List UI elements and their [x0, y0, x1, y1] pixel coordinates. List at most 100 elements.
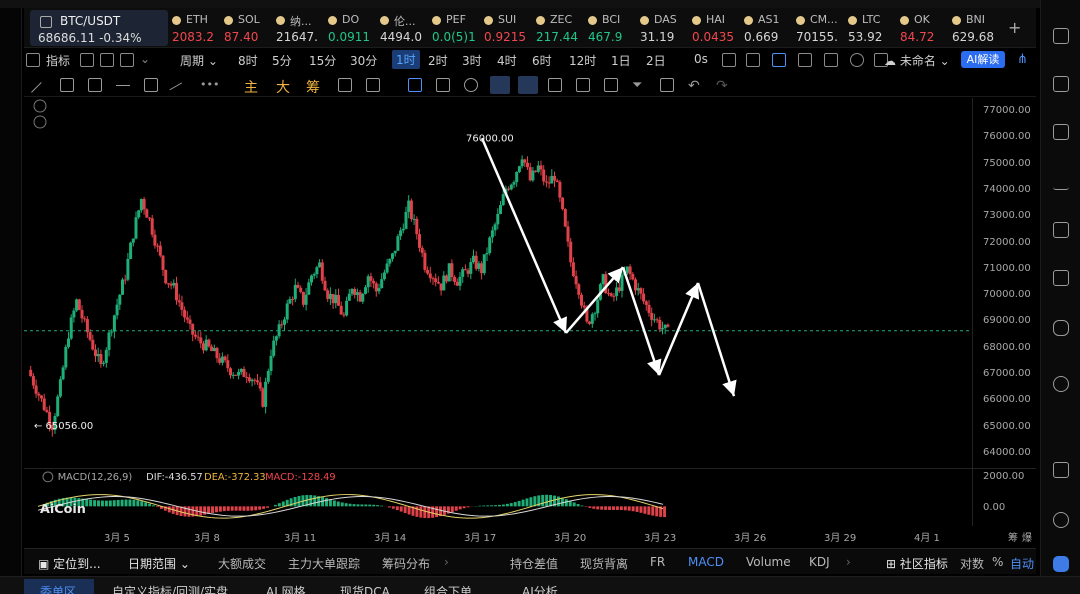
log-scale-toggle[interactable]: 对数: [960, 555, 984, 572]
price-axis[interactable]: 77000.00 76000.00 75000.00 74000.00 73000.00…: [972, 98, 1036, 468]
robot-icon[interactable]: [1053, 320, 1069, 336]
footer-tab[interactable]: 自定义指标/回测/实盘: [112, 583, 228, 594]
time-axis[interactable]: 筹 爆 3月 5 3月 8 3月 11 3月 14 3月 17 3月 20 3月 23 3月 …: [24, 526, 1036, 544]
auto-scale-toggle[interactable]: 自动: [1010, 555, 1034, 572]
price-chart[interactable]: 76000.00 ← 65056.00: [24, 98, 972, 468]
ticker-item[interactable]: DO 0.0911: [326, 8, 378, 48]
ticker-item[interactable]: BNI 629.68: [950, 8, 1002, 48]
assistant-icon[interactable]: [1053, 556, 1069, 572]
ticker-item[interactable]: CM... 70155.: [794, 8, 846, 48]
bar-mode-icon[interactable]: [518, 76, 538, 94]
chip-toggle[interactable]: 筹: [1008, 529, 1018, 544]
interval-9[interactable]: 12时: [569, 52, 596, 69]
interval-11[interactable]: 2日: [646, 52, 666, 69]
ticker-item[interactable]: 伦... 4494.0: [378, 8, 430, 48]
ticker-item[interactable]: OK 84.72: [898, 8, 950, 48]
indicator-button[interactable]: 指标: [46, 52, 70, 69]
add-ticker-button[interactable]: +: [1008, 18, 1021, 37]
footer-tab[interactable]: AI 网格: [266, 583, 306, 594]
scroll-right-icon[interactable]: ›: [846, 555, 851, 569]
indicator-tab[interactable]: 大额成交: [218, 555, 266, 572]
ticker-item[interactable]: HAI 0.0435: [690, 8, 742, 48]
big-order-button[interactable]: 大: [276, 77, 290, 97]
macd-panel[interactable]: MACD(12,26,9) DIF:-436.57 DEA:-372.33 MA…: [24, 468, 972, 526]
scroll-left-icon[interactable]: ›: [444, 555, 449, 569]
footer-tab[interactable]: 现货DCA: [340, 583, 390, 594]
interval-4[interactable]: 1时: [392, 50, 420, 69]
ticker-item[interactable]: AS1 0.669: [742, 8, 794, 48]
lock-icon[interactable]: [548, 78, 562, 92]
watchlist-icon[interactable]: [824, 53, 838, 67]
layout-icon[interactable]: [26, 53, 40, 67]
grid-icon[interactable]: [120, 53, 134, 67]
indicator-tab[interactable]: 主力大单跟踪: [288, 555, 360, 572]
liquidation-toggle[interactable]: 爆: [1022, 529, 1032, 544]
indicator-tab[interactable]: 筹码分布: [382, 555, 430, 572]
chevron-down-icon[interactable]: ⌄: [140, 52, 150, 66]
interval-0[interactable]: 8时: [238, 52, 258, 69]
ticker-item[interactable]: ZEC 217.44: [534, 8, 586, 48]
interval-1[interactable]: 5分: [272, 52, 292, 69]
table-icon[interactable]: [1053, 222, 1069, 238]
locate-button[interactable]: ▣ 定位到...: [38, 555, 101, 572]
interval-8[interactable]: 6时: [532, 52, 552, 69]
share-network-icon[interactable]: ⋔: [1017, 52, 1028, 67]
period-button[interactable]: 周期 ⌄: [180, 52, 218, 69]
settings-icon[interactable]: [850, 53, 864, 67]
chart-icon[interactable]: [1053, 174, 1069, 190]
layout-name[interactable]: ☁ 未命名 ⌄: [884, 52, 950, 69]
document-icon[interactable]: [1053, 76, 1069, 92]
ticker-item[interactable]: DAS 31.19: [638, 8, 690, 48]
date-range-button[interactable]: 日期范围 ⌄: [128, 555, 190, 572]
horizontal-line-icon[interactable]: [116, 85, 130, 99]
indicator-tab[interactable]: MACD: [688, 555, 724, 569]
indicator-tab[interactable]: 现货背离: [580, 555, 628, 572]
footer-tab[interactable]: AI分析: [522, 583, 558, 594]
indicator-tab[interactable]: FR: [650, 555, 665, 569]
percent-toggle[interactable]: %: [992, 555, 1003, 569]
interval-10[interactable]: 1日: [611, 52, 631, 69]
interval-6[interactable]: 3时: [462, 52, 482, 69]
undo-icon[interactable]: ↶: [688, 78, 702, 94]
fullscreen-icon[interactable]: [100, 53, 114, 67]
redo-icon[interactable]: ↷: [716, 78, 730, 94]
indicator-tab[interactable]: Volume: [746, 555, 791, 569]
interval-7[interactable]: 4时: [497, 52, 517, 69]
eye-icon[interactable]: [576, 78, 590, 92]
indicator-tab[interactable]: KDJ: [809, 555, 830, 569]
alarm-icon[interactable]: [746, 53, 760, 67]
dollar-icon[interactable]: [1053, 124, 1069, 140]
main-force-button[interactable]: 主: [244, 77, 258, 97]
ticker-item[interactable]: 纳... 21647.: [274, 8, 326, 48]
zoom-icon[interactable]: [464, 78, 478, 92]
ticker-item[interactable]: PEF 0.0(5)1: [430, 8, 482, 48]
share-icon[interactable]: [798, 53, 812, 67]
active-ticker[interactable]: BTC/USDT 68686.11 -0.34%: [30, 10, 168, 46]
drawing-mode-icon[interactable]: [490, 76, 510, 94]
trash-icon[interactable]: [660, 78, 674, 92]
layout-panel-icon[interactable]: [1053, 462, 1069, 478]
ticker-item[interactable]: SOL 87.40: [222, 8, 274, 48]
compare-icon[interactable]: [80, 53, 94, 67]
interval-5[interactable]: 2时: [428, 52, 448, 69]
pen-icon[interactable]: [772, 53, 786, 67]
menu-icon[interactable]: [1053, 28, 1069, 44]
footer-tab[interactable]: 组合下单: [424, 583, 472, 594]
exchange-icon[interactable]: [1053, 376, 1069, 392]
magnet-icon[interactable]: [338, 78, 352, 92]
ticker-item[interactable]: BCI 467.9: [586, 8, 638, 48]
indicator-tab[interactable]: 持仓差值: [510, 555, 558, 572]
select-tool-icon[interactable]: [408, 78, 422, 92]
rectangle-tool-icon[interactable]: [144, 78, 158, 92]
interval-2[interactable]: 15分: [309, 52, 336, 69]
filter-icon[interactable]: ⏷: [632, 78, 646, 93]
fib-tool-icon[interactable]: [88, 78, 102, 92]
community-indicator-button[interactable]: ⊞ 社区指标: [886, 555, 948, 572]
ticker-item[interactable]: SUI 0.9215: [482, 8, 534, 48]
eraser-icon[interactable]: [436, 78, 450, 92]
channel-tool-icon[interactable]: [60, 78, 74, 92]
support-icon[interactable]: [1053, 512, 1069, 528]
ticker-item[interactable]: ETH 2083.2: [170, 8, 222, 48]
chip-button[interactable]: 筹: [306, 77, 320, 97]
interval-3[interactable]: 30分: [350, 52, 377, 69]
